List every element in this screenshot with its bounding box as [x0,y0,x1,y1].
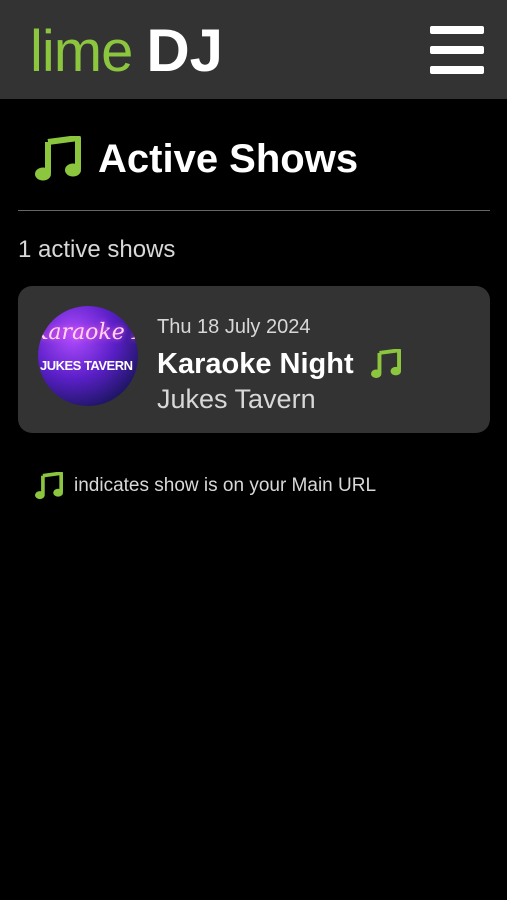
app-logo[interactable]: lime DJ [30,14,223,88]
show-venue: Jukes Tavern [157,384,316,414]
music-note-icon [35,472,63,500]
show-image-title: Karaoke Night [38,320,138,345]
top-bar: lime DJ [0,0,507,99]
menu-bar [430,66,484,74]
legend-text: indicates show is on your Main URL [74,475,377,496]
show-date: Thu 18 July 2024 [157,316,311,338]
music-note-icon [35,136,81,181]
logo-lime-text: lime [30,19,133,84]
show-title-row: Karaoke Night [157,346,402,382]
divider [18,210,490,211]
hamburger-menu-icon[interactable] [430,26,484,74]
menu-bar [430,46,484,54]
main-url-legend: indicates show is on your Main URL [34,470,376,502]
page-title: Active Shows [98,136,359,181]
music-note-icon [370,349,401,379]
active-shows-count: 1 active shows [18,236,176,263]
logo-dj-text: DJ [146,17,224,84]
show-card[interactable]: Karaoke Night JUKES TAVERN Thu 18 July 2… [18,286,490,433]
menu-bar [430,26,484,34]
page-header: Active Shows [34,132,358,186]
show-image: Karaoke Night JUKES TAVERN [38,306,138,406]
show-image-venue: JUKES TAVERN [40,358,133,373]
show-title: Karaoke Night [157,347,354,380]
